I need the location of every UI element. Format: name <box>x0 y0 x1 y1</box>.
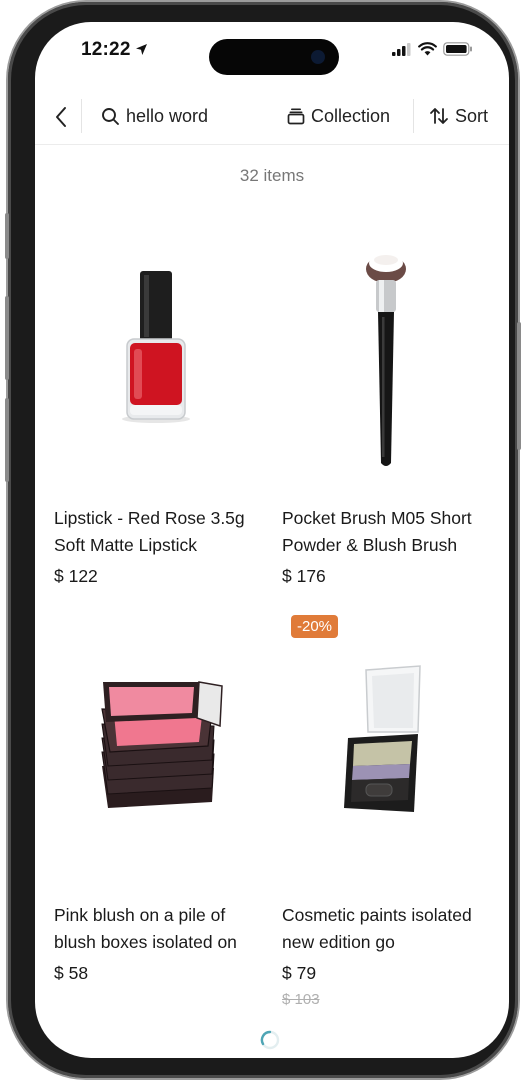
battery-icon <box>443 42 472 56</box>
product-price: $ 79 <box>282 963 317 983</box>
app-screen: 12:22 hello word Collection Sort 32 item… <box>35 22 509 1058</box>
status-bar: 12:22 <box>35 22 509 82</box>
original-price: $ 103 <box>282 991 320 1008</box>
status-icons <box>392 42 473 56</box>
product-title: Pink blush on a pile of blush boxes isol… <box>54 905 237 952</box>
collection-icon <box>287 108 305 125</box>
sort-icon <box>430 108 448 124</box>
volume-down-button <box>5 398 9 482</box>
makeup-brush-image <box>366 254 406 466</box>
nail-polish-image <box>122 271 190 423</box>
eyeshadow-palette-image <box>344 665 421 812</box>
product-title: Lipstick - Red Rose 3.5g Soft Matte Lips… <box>54 508 245 555</box>
nav-divider <box>413 99 414 133</box>
cellular-signal-icon <box>392 42 411 56</box>
collection-button[interactable]: Collection <box>287 102 390 130</box>
search-field[interactable]: hello word <box>101 102 208 130</box>
sort-button[interactable]: Sort <box>429 102 488 130</box>
product-price: $ 122 <box>54 566 98 586</box>
sort-label: Sort <box>455 105 489 126</box>
top-nav-bar: hello word Collection Sort <box>35 94 509 145</box>
chevron-left-icon <box>56 107 66 127</box>
collection-label: Collection <box>311 105 391 126</box>
product-title: Pocket Brush M05 Short Powder & Blush Br… <box>282 508 472 555</box>
product-card[interactable]: -20% Cosmetic paints isolated new editio… <box>282 615 498 1024</box>
back-button[interactable] <box>49 104 73 130</box>
result-count: 32 items <box>239 166 305 185</box>
blush-compact-image <box>101 681 223 808</box>
phone-frame: 12:22 hello word Collection Sort 32 item… <box>5 2 521 1078</box>
loading-spinner-icon <box>260 1030 280 1050</box>
nav-divider <box>81 99 82 133</box>
search-query: hello word <box>126 105 209 126</box>
discount-badge: -20% <box>291 615 339 638</box>
action-button <box>5 213 9 259</box>
status-time: 12:22 <box>81 39 131 60</box>
wifi-icon <box>418 42 437 56</box>
product-price: $ 176 <box>282 566 326 586</box>
product-card[interactable]: Pink blush on a pile of blush boxes isol… <box>54 624 270 984</box>
location-arrow-icon <box>136 44 147 55</box>
product-card[interactable]: Pocket Brush M05 Short Powder & Blush Br… <box>282 227 498 587</box>
product-title: Cosmetic paints isolated new edition go <box>282 905 472 952</box>
product-price: $ 58 <box>54 963 89 983</box>
power-button <box>517 322 521 450</box>
volume-up-button <box>5 296 9 380</box>
camera-icon <box>311 50 325 64</box>
product-card[interactable]: Lipstick - Red Rose 3.5g Soft Matte Lips… <box>54 227 270 587</box>
dynamic-island <box>209 39 339 75</box>
search-icon <box>102 107 119 125</box>
